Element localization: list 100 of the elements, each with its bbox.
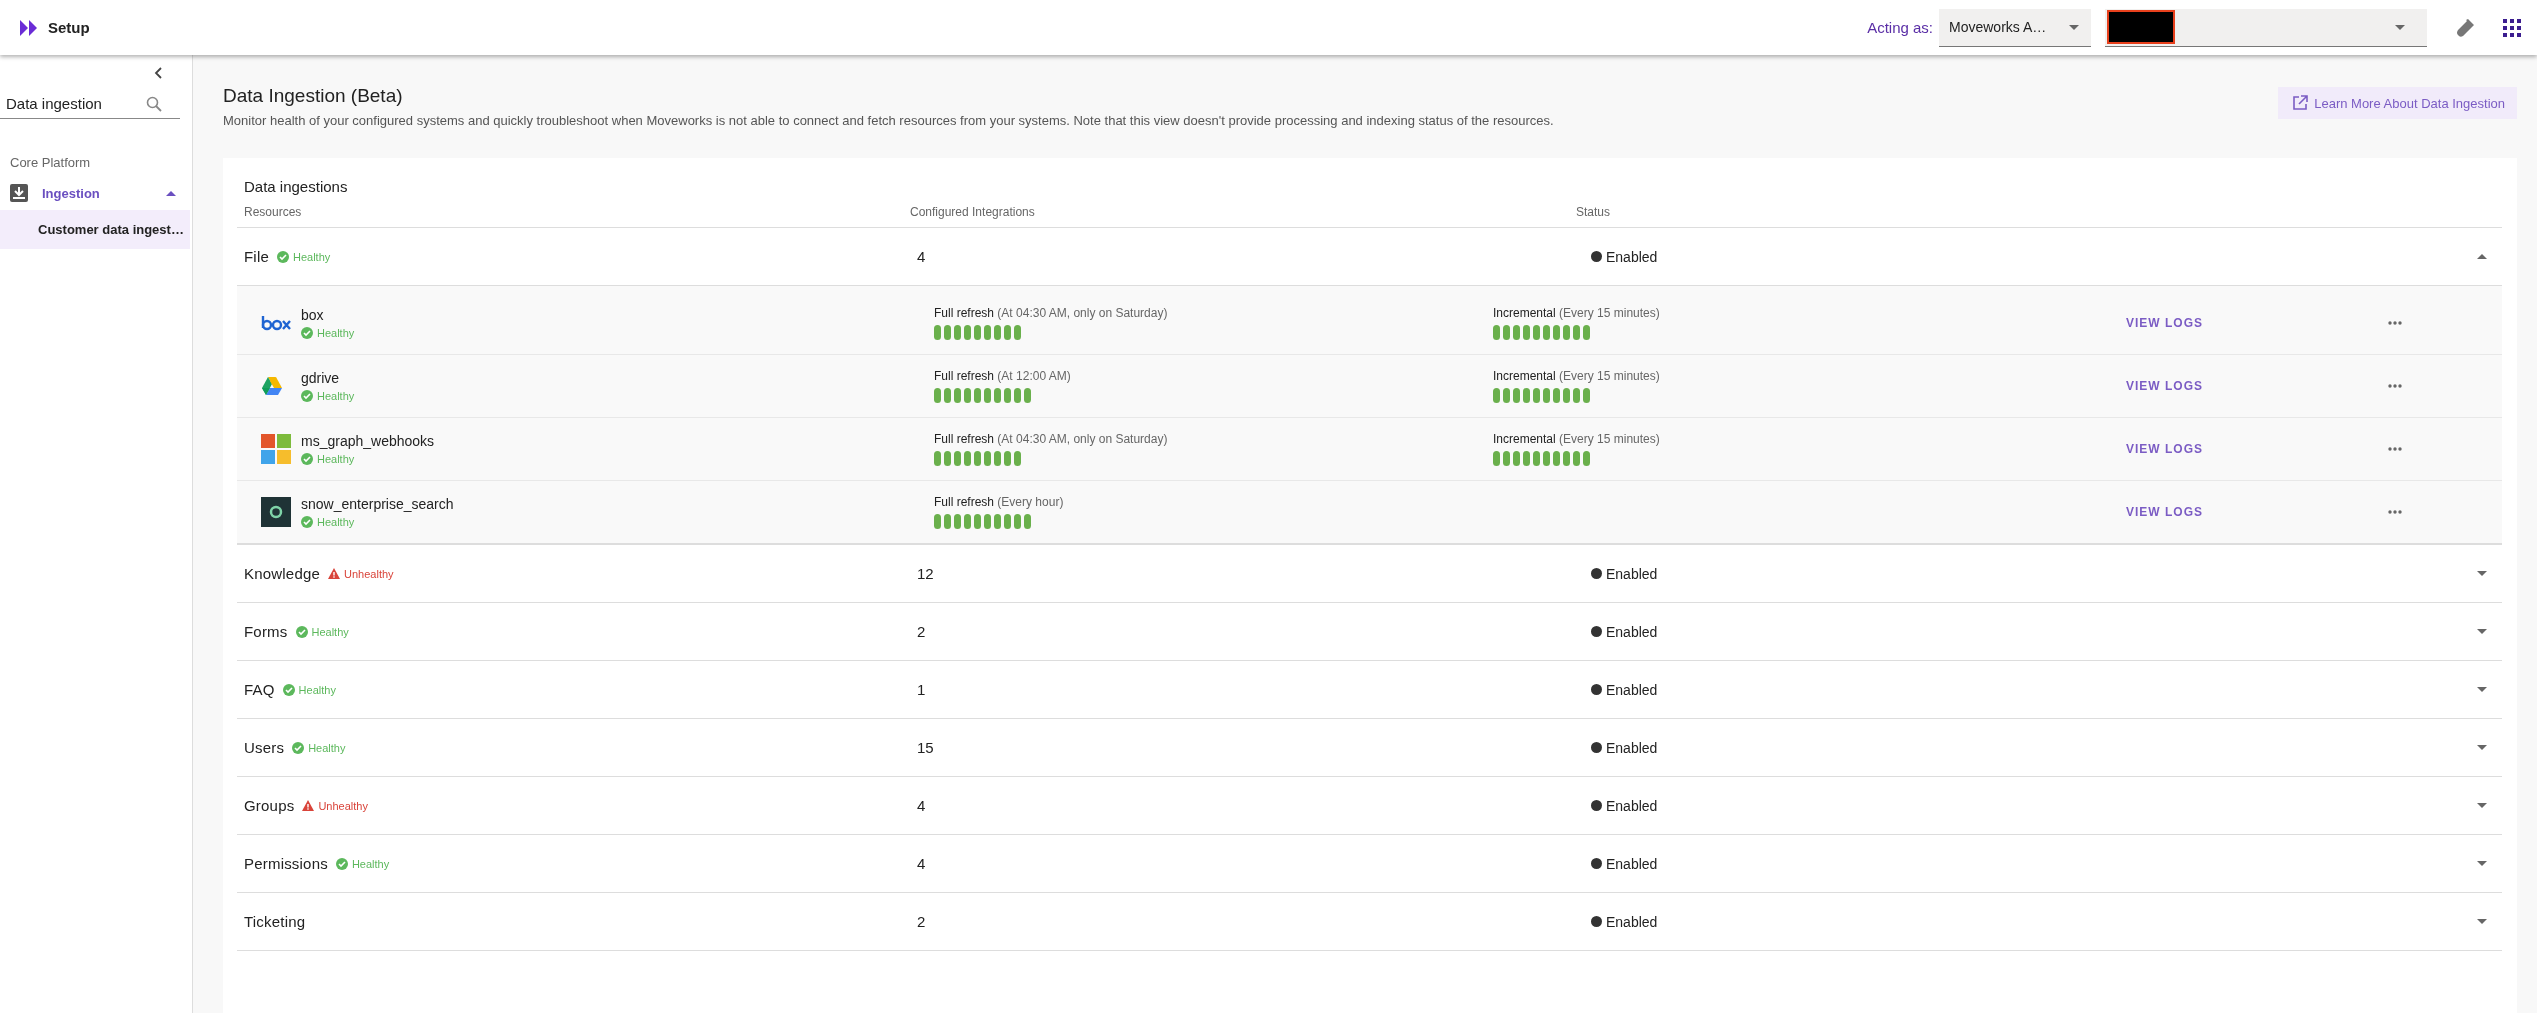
column-header: Status — [1576, 205, 1612, 219]
resource-row[interactable]: Users Healthy 15 Enabled — [237, 719, 2502, 777]
collapse-icon[interactable] — [154, 67, 162, 79]
search-field[interactable]: Data ingestion — [0, 89, 180, 119]
search-input[interactable]: Data ingestion — [6, 95, 146, 112]
integration-count: 12 — [916, 565, 935, 582]
resource-row[interactable]: Groups Unhealthy 4 Enabled — [237, 777, 2502, 835]
health-label: Unhealthy — [318, 799, 368, 812]
view-logs-link[interactable]: VIEW LOGS — [2126, 379, 2203, 393]
resource-name: Forms — [244, 623, 288, 640]
external-link-icon — [2292, 95, 2309, 111]
status-label: Enabled — [1576, 855, 2462, 872]
schedule-text: Incremental (Every 15 minutes) — [1493, 369, 1661, 383]
integration-count: 15 — [916, 739, 935, 756]
integration-name: snow_enterprise_search — [301, 496, 455, 512]
nav-subitem[interactable]: Customer data ingest… — [0, 210, 190, 249]
health-label: Healthy — [317, 327, 355, 339]
resource-name: Permissions — [244, 855, 328, 872]
column-header: Resources — [244, 205, 303, 219]
status-label: Enabled — [1576, 623, 2462, 640]
expand-caret-icon[interactable] — [2477, 254, 2487, 259]
expand-caret-icon[interactable] — [2477, 687, 2487, 692]
health-label: Healthy — [308, 741, 346, 754]
schedule-text: Incremental (Every 15 minutes) — [1493, 306, 1661, 320]
resource-row[interactable]: Permissions Healthy 4 Enabled — [237, 835, 2502, 893]
resource-row[interactable]: Forms Healthy 2 Enabled — [237, 603, 2502, 661]
dark-square-logo-icon — [261, 497, 291, 527]
more-icon[interactable] — [2388, 321, 2402, 325]
health-label: Healthy — [293, 250, 331, 263]
health-label: Healthy — [317, 516, 355, 528]
logo-icon — [20, 19, 38, 36]
section-label: Core Platform — [10, 155, 92, 170]
four-squares-logo-icon — [261, 434, 291, 464]
status-label: Enabled — [1576, 565, 2462, 582]
dropdown-caret-icon — [2069, 24, 2079, 30]
resource-row[interactable]: Ticketing 2 Enabled — [237, 893, 2502, 951]
nav-item[interactable]: Ingestion — [0, 170, 190, 202]
integration-name: box — [301, 307, 325, 323]
expand-caret-icon[interactable] — [2477, 803, 2487, 808]
flask-icon[interactable] — [2455, 17, 2475, 38]
view-logs-link[interactable]: VIEW LOGS — [2126, 316, 2203, 330]
status-label: Enabled — [1576, 739, 2462, 756]
box-logo-icon — [261, 315, 291, 331]
column-header: Configured Integrations — [910, 205, 1036, 219]
health-label: Healthy — [351, 857, 390, 870]
more-icon[interactable] — [2388, 447, 2402, 451]
resource-name: FAQ — [244, 681, 275, 698]
page-description: Monitor health of your configured systems and quickly troubleshoot when Moveworks is not able to connect and fetch resources from your systems. Note that this view doesn't provide processing and indexing status of the resources. — [223, 113, 1554, 128]
expand-caret-icon[interactable] — [2477, 629, 2487, 634]
resource-row[interactable]: FAQ Healthy 1 Enabled — [237, 661, 2502, 719]
integration-count: 1 — [916, 681, 927, 698]
health-label: Healthy — [311, 625, 349, 638]
page-title: Data Ingestion (Beta) — [223, 85, 404, 107]
resource-name: Ticketing — [244, 913, 306, 930]
expand-caret-icon[interactable] — [2477, 919, 2487, 924]
org-select[interactable] — [2105, 8, 2427, 47]
learn-more-button[interactable]: Learn More About Data Ingestion — [2278, 87, 2517, 119]
drive-logo-icon — [261, 376, 283, 396]
acting-as-label: Acting as: — [1867, 19, 1933, 36]
schedule-text: Full refresh (At 04:30 AM, only on Saturday) — [934, 306, 1169, 320]
resource-row[interactable]: Knowledge Unhealthy 12 Enabled — [237, 545, 2502, 603]
integration-count: 4 — [916, 797, 927, 814]
more-icon[interactable] — [2388, 384, 2402, 388]
health-label: Unhealthy — [344, 567, 394, 580]
caret-icon — [166, 190, 176, 196]
status-label: Enabled — [1576, 797, 2462, 814]
more-icon[interactable] — [2388, 510, 2402, 514]
expand-caret-icon[interactable] — [2477, 745, 2487, 750]
account-select[interactable]: Moveworks A… — [1939, 8, 2091, 47]
resource-name: Knowledge — [244, 565, 321, 582]
status-label: Enabled — [1576, 248, 2462, 265]
view-logs-link[interactable]: VIEW LOGS — [2126, 505, 2203, 519]
view-logs-link[interactable]: VIEW LOGS — [2126, 442, 2203, 456]
schedule-text: Full refresh (At 04:30 AM, only on Saturday) — [934, 432, 1169, 446]
health-label: Healthy — [317, 390, 355, 402]
status-label: Enabled — [1576, 913, 2462, 930]
apps-grid-icon[interactable] — [2503, 18, 2521, 37]
resource-name: File — [244, 248, 269, 265]
expand-caret-icon[interactable] — [2477, 861, 2487, 866]
health-label: Healthy — [317, 453, 355, 465]
resource-name: Groups — [244, 797, 295, 814]
health-label: Healthy — [298, 683, 336, 696]
schedule-text: Full refresh (Every hour) — [934, 495, 1065, 509]
expand-caret-icon[interactable] — [2477, 571, 2487, 576]
download-box-icon — [10, 184, 28, 202]
app-title: Setup — [48, 19, 90, 36]
search-icon — [146, 95, 162, 112]
dropdown-caret-icon — [2395, 24, 2405, 30]
card-title: Data ingestions — [243, 178, 349, 195]
integration-count: 4 — [916, 248, 927, 265]
status-label: Enabled — [1576, 681, 2462, 698]
redacted-box — [2107, 10, 2175, 44]
schedule-text: Incremental (Every 15 minutes) — [1493, 432, 1661, 446]
schedule-text: Full refresh (At 12:00 AM) — [934, 369, 1072, 383]
integration-count: 2 — [916, 913, 927, 930]
integration-name: gdrive — [301, 370, 341, 386]
resource-name: Users — [244, 739, 285, 756]
integration-name: ms_graph_webhooks — [301, 433, 436, 449]
integration-count: 4 — [916, 855, 927, 872]
integration-count: 2 — [916, 623, 927, 640]
